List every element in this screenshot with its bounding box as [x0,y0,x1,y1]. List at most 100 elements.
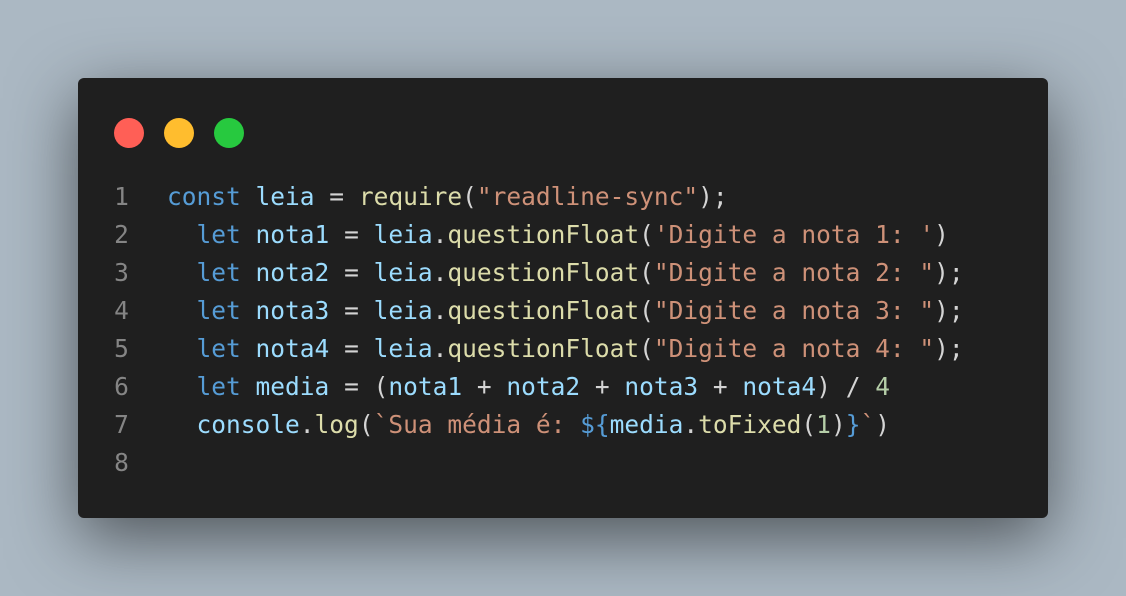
code-token: leia [373,296,433,325]
close-icon[interactable] [114,118,144,148]
line-number: 7 [114,410,129,439]
code-token: console [196,410,300,439]
code-token: . [432,334,448,363]
code-token: ); [934,296,964,325]
code-token: media [609,410,684,439]
code-text: let nota4 = leia.questionFloat("Digite a… [142,330,964,368]
code-window: 1 const leia = require("readline-sync"); 2… [78,78,1048,518]
code-token: + [462,372,507,401]
code-token: 'Digite a nota 1: ' [653,220,935,249]
code-token: questionFloat [447,334,640,363]
code-token: = [329,258,374,287]
code-token: ( [801,410,817,439]
code-token: "readline-sync" [476,182,699,211]
code-token: . [432,220,448,249]
code-token: ( [639,258,654,287]
code-token: let [196,334,241,363]
code-editor[interactable]: 1 const leia = require("readline-sync"); 2… [78,178,1048,482]
line-number: 1 [114,182,129,211]
code-token: let [196,220,241,249]
code-token: ) / [816,372,876,401]
code-text: let nota3 = leia.questionFloat("Digite a… [142,292,964,330]
code-token: log [314,410,359,439]
code-text: let nota1 = leia.questionFloat('Digite a… [142,216,949,254]
code-token: nota4 [255,334,330,363]
code-token: media [255,372,330,401]
code-token: let [196,372,241,401]
code-token: ) [934,220,949,249]
code-text: const leia = require("readline-sync"); [142,178,728,216]
code-line: 3 let nota2 = leia.questionFloat("Digite… [78,254,1048,292]
code-token: "Digite a nota 2: " [653,258,935,287]
code-line: 4 let nota3 = leia.questionFloat("Digite… [78,292,1048,330]
code-token: `Sua média é: [373,410,581,439]
code-token: . [432,296,448,325]
code-token: nota2 [506,372,581,401]
code-token: ); [698,182,728,211]
code-token: nota4 [742,372,817,401]
code-line: 6 let media = (nota1 + nota2 + nota3 + n… [78,368,1048,406]
code-token: leia [255,182,315,211]
code-text: let nota2 = leia.questionFloat("Digite a… [142,254,964,292]
code-token: "Digite a nota 3: " [653,296,935,325]
code-token: leia [373,258,433,287]
code-token: + [580,372,625,401]
code-text: console.log(`Sua média é: ${media.toFixe… [142,406,890,444]
code-token: = [329,220,374,249]
code-token: 1 [816,410,831,439]
code-token: . [683,410,699,439]
code-text: let media = (nota1 + nota2 + nota3 + not… [142,368,890,406]
line-number: 2 [114,220,129,249]
code-token: ( [639,334,654,363]
code-token: ); [934,258,964,287]
code-token: "Digite a nota 4: " [653,334,935,363]
code-token: questionFloat [447,258,640,287]
code-token: questionFloat [447,220,640,249]
code-token: . [432,258,448,287]
code-token: 4 [875,372,890,401]
code-token: nota1 [388,372,463,401]
code-token: nota3 [624,372,699,401]
line-number: 3 [114,258,129,287]
code-token: nota1 [255,220,330,249]
code-line: 2 let nota1 = leia.questionFloat('Digite… [78,216,1048,254]
code-token: } [845,410,861,439]
code-line: 8 [78,444,1048,482]
code-token: questionFloat [447,296,640,325]
code-token: let [196,258,241,287]
code-token: = [314,182,359,211]
line-number: 5 [114,334,129,363]
code-token: = [329,334,374,363]
code-token: leia [373,220,433,249]
line-number: 8 [114,448,129,477]
window-controls [114,118,244,148]
code-line: 5 let nota4 = leia.questionFloat("Digite… [78,330,1048,368]
code-token: let [196,296,241,325]
code-token: nota2 [255,258,330,287]
code-token: ); [934,334,964,363]
code-token: ) [830,410,846,439]
code-line: 7 console.log(`Sua média é: ${media.toFi… [78,406,1048,444]
code-token: const [167,182,241,211]
line-number: 4 [114,296,129,325]
code-token: require [358,182,463,211]
code-line: 1 const leia = require("readline-sync"); [78,178,1048,216]
code-token: nota3 [255,296,330,325]
maximize-icon[interactable] [214,118,244,148]
code-token: . [299,410,315,439]
minimize-icon[interactable] [164,118,194,148]
code-token: = [329,296,374,325]
